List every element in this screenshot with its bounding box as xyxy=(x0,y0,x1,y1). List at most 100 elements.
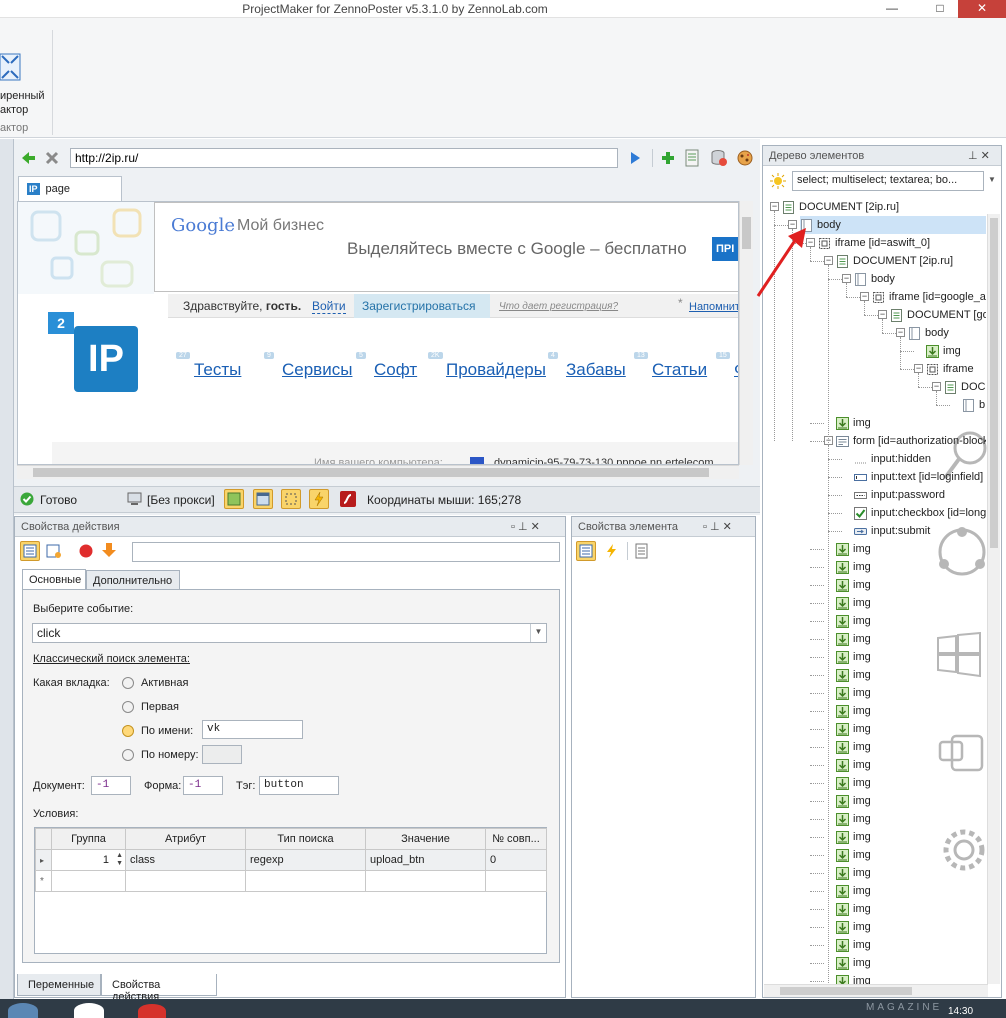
tree-node[interactable]: img xyxy=(836,684,871,702)
radio-first[interactable] xyxy=(122,701,134,713)
expand-editor-icon[interactable] xyxy=(0,52,22,82)
login-link[interactable]: Войти xyxy=(312,299,346,314)
tree-node[interactable]: DOCUMENT [2ip.ru] xyxy=(836,252,953,270)
document-input[interactable]: -1 xyxy=(91,776,131,795)
maximize-button[interactable]: □ xyxy=(922,0,958,18)
ribbon-button-line1[interactable]: иренный xyxy=(0,90,45,102)
tree-collapse-toggle[interactable]: − xyxy=(770,202,779,211)
arrow-down-icon[interactable] xyxy=(101,542,117,558)
tree-collapse-toggle[interactable]: − xyxy=(860,292,869,301)
tree-node[interactable]: iframe xyxy=(926,360,974,378)
nav-link[interactable]: Статьи xyxy=(652,360,707,380)
remind-link[interactable]: Напомнить xyxy=(689,301,738,313)
nav-link[interactable]: Забавы xyxy=(566,360,626,380)
url-input[interactable] xyxy=(70,148,618,168)
tree-node[interactable]: body xyxy=(908,324,949,342)
tree-node[interactable]: input:hidden xyxy=(854,450,931,468)
tree-node[interactable]: img xyxy=(836,612,871,630)
status-proxy[interactable]: [Без прокси] xyxy=(147,493,215,507)
grid-header[interactable]: № совп... xyxy=(485,828,547,850)
nav-link[interactable]: Тесты xyxy=(194,360,241,380)
back-arrow-icon[interactable] xyxy=(20,150,36,166)
tree-collapse-toggle[interactable]: − xyxy=(878,310,887,319)
taskbar-app-icon[interactable] xyxy=(138,1004,166,1018)
tag-input[interactable]: button xyxy=(259,776,339,795)
grid-header[interactable]: Значение xyxy=(365,828,486,850)
flash-icon[interactable] xyxy=(340,491,356,507)
web-view[interactable]: Google Мой бизнес Выделяйтесь вместе с G… xyxy=(17,201,739,465)
tree-node[interactable]: img xyxy=(836,846,871,864)
tree-node[interactable]: img xyxy=(836,594,871,612)
tree-node[interactable]: img xyxy=(836,954,871,972)
ribbon-button-line2[interactable]: актор xyxy=(0,104,28,116)
close-window-button[interactable]: ✕ xyxy=(958,0,1006,18)
cookie-icon[interactable] xyxy=(736,149,754,167)
stop-icon[interactable] xyxy=(44,150,60,166)
tree-node[interactable]: DOC xyxy=(944,378,985,396)
why-register-link[interactable]: Что дает регистрация? xyxy=(499,301,618,312)
tree-horizontal-scrollbar[interactable] xyxy=(764,984,988,997)
tree-node[interactable]: img xyxy=(836,738,871,756)
events-icon[interactable] xyxy=(603,543,619,559)
tree-node[interactable]: img xyxy=(926,342,961,360)
grid-cell[interactable] xyxy=(125,870,246,892)
toggle-events-icon[interactable] xyxy=(309,489,329,509)
tree-scroll-thumb[interactable] xyxy=(990,218,998,548)
list-view-icon[interactable] xyxy=(20,541,40,561)
conditions-grid[interactable]: Группа Атрибут Тип поиска Значение № сов… xyxy=(34,827,547,954)
grid-cell[interactable] xyxy=(245,870,366,892)
database-icon[interactable] xyxy=(710,149,728,167)
highlight-icon[interactable] xyxy=(770,173,786,189)
radio-by-name[interactable] xyxy=(122,725,134,737)
ad-button[interactable]: ПРІ xyxy=(712,237,738,261)
tree-node[interactable]: img xyxy=(836,702,871,720)
toggle-frames-icon[interactable] xyxy=(253,489,273,509)
left-collapsed-panel[interactable] xyxy=(0,139,14,999)
tree-node[interactable]: body xyxy=(854,270,895,288)
tree-collapse-toggle[interactable]: − xyxy=(932,382,941,391)
source-document-icon[interactable] xyxy=(684,149,700,167)
tree-collapse-toggle[interactable]: − xyxy=(824,256,833,265)
match-number-cell[interactable]: 0 xyxy=(485,849,547,871)
tree-node[interactable]: img xyxy=(836,810,871,828)
tree-node[interactable]: img xyxy=(836,792,871,810)
attribute-cell[interactable]: class xyxy=(125,849,246,871)
tree-node[interactable]: iframe [id=google_a xyxy=(872,288,986,306)
tree-node[interactable]: img xyxy=(836,558,871,576)
tab-page[interactable]: IP page xyxy=(18,176,122,201)
properties-icon[interactable] xyxy=(46,543,62,559)
grid-cell[interactable] xyxy=(485,870,547,892)
tree-node[interactable]: img xyxy=(836,540,871,558)
tab-action-properties[interactable]: Свойства действия xyxy=(101,974,217,1003)
event-select[interactable]: click xyxy=(32,623,547,643)
tab-number-input[interactable] xyxy=(202,745,242,764)
value-cell[interactable]: upload_btn xyxy=(365,849,486,871)
tree-node[interactable]: body xyxy=(800,216,986,234)
tree-node[interactable]: img xyxy=(836,756,871,774)
tree-panel-controls[interactable]: ⊥ ✕ xyxy=(968,149,990,162)
hscroll-thumb[interactable] xyxy=(33,468,709,477)
tree-node[interactable]: img xyxy=(836,630,871,648)
share-charm-icon[interactable] xyxy=(936,526,988,578)
tree-node[interactable]: input:password xyxy=(854,486,945,504)
tree-collapse-toggle[interactable]: − xyxy=(842,274,851,283)
scroll-thumb[interactable] xyxy=(742,217,751,249)
tree-node[interactable]: img xyxy=(836,828,871,846)
form-input[interactable]: -1 xyxy=(183,776,223,795)
tree-node[interactable]: DOCUMENT [2ip.ru] xyxy=(782,198,899,216)
tab-advanced[interactable]: Дополнительно xyxy=(86,570,180,590)
element-list-icon[interactable] xyxy=(576,541,596,561)
tree-hscroll-thumb[interactable] xyxy=(780,987,912,995)
panel-controls[interactable]: ▫ ⊥ ✕ xyxy=(511,520,540,533)
minimize-button[interactable]: — xyxy=(874,0,910,18)
taskbar-app-icon[interactable] xyxy=(74,1003,104,1018)
start-charm-icon[interactable] xyxy=(936,632,982,678)
tree-node[interactable]: b xyxy=(962,396,985,414)
radio-active[interactable] xyxy=(122,677,134,689)
filter-chevron-down-icon[interactable]: ▼ xyxy=(988,175,996,184)
register-link[interactable]: Зарегистрироваться xyxy=(354,294,490,318)
group-cell[interactable]: 1 ▲ ▼ xyxy=(51,849,126,871)
tree-node[interactable]: DOCUMENT [go xyxy=(890,306,986,324)
spinner-icon[interactable]: ▲ ▼ xyxy=(116,852,123,868)
tree-node[interactable]: img xyxy=(836,882,871,900)
